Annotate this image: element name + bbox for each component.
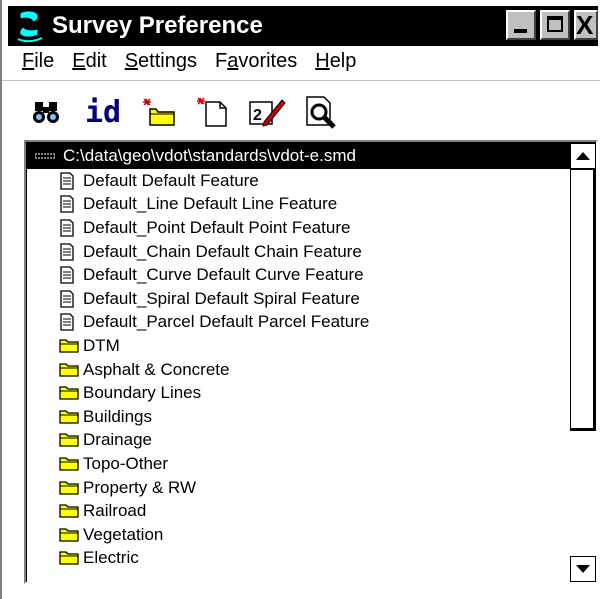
tree-feature-item[interactable]: Default_Curve Default Curve Feature bbox=[27, 263, 573, 287]
close-button[interactable]: X bbox=[574, 10, 598, 40]
menu-bar: File Edit Settings Favorites Help bbox=[22, 50, 356, 76]
new-document-icon bbox=[197, 97, 227, 127]
document-icon bbox=[59, 313, 77, 332]
tree-feature-item[interactable]: Default_Line Default Line Feature bbox=[27, 193, 573, 217]
preview-button[interactable] bbox=[302, 94, 340, 130]
title-bar[interactable]: Survey Preference X bbox=[8, 6, 598, 46]
maximize-icon bbox=[547, 16, 563, 32]
database-icon bbox=[35, 151, 55, 161]
arrow-down-icon bbox=[576, 565, 590, 573]
menu-file[interactable]: File bbox=[22, 50, 54, 76]
tree-folder-item[interactable]: Property & RW bbox=[27, 476, 573, 500]
new-category-button[interactable] bbox=[140, 94, 178, 130]
folder-icon bbox=[59, 337, 79, 355]
tree-item-label: Asphalt & Concrete bbox=[83, 359, 230, 379]
preview-icon bbox=[306, 96, 336, 129]
tree-item-label: Default_Parcel Default Parcel Feature bbox=[83, 312, 370, 332]
tree-folder-item[interactable]: Drainage bbox=[27, 429, 573, 453]
vertical-scrollbar[interactable] bbox=[570, 143, 596, 582]
menu-edit[interactable]: Edit bbox=[72, 50, 106, 76]
menu-settings[interactable]: Settings bbox=[125, 50, 197, 76]
scroll-down-button[interactable] bbox=[570, 556, 596, 582]
tree-item-label: Default_Line Default Line Feature bbox=[83, 194, 338, 214]
tree-item-label: Default Default Feature bbox=[83, 170, 259, 190]
svg-text:2: 2 bbox=[253, 107, 262, 124]
tree-item-label: Default_Point Default Point Feature bbox=[83, 217, 351, 237]
tree-item-label: DTM bbox=[83, 335, 120, 355]
arrow-up-icon bbox=[576, 152, 590, 160]
tree-item-label: Default_Chain Default Chain Feature bbox=[83, 241, 362, 261]
scroll-thumb[interactable] bbox=[570, 169, 596, 431]
folder-icon bbox=[59, 502, 79, 520]
menu-favorites[interactable]: Favorites bbox=[215, 50, 297, 76]
tree-item-label: Railroad bbox=[83, 501, 147, 521]
tree-item-label: Boundary Lines bbox=[83, 383, 202, 403]
folder-icon bbox=[59, 408, 79, 426]
folder-icon bbox=[59, 479, 79, 497]
scroll-up-button[interactable] bbox=[570, 143, 596, 169]
tree-feature-item[interactable]: Default_Parcel Default Parcel Feature bbox=[27, 311, 573, 335]
minimize-icon bbox=[514, 29, 527, 33]
id-button[interactable]: id bbox=[82, 94, 124, 130]
toolbar: id 2 bbox=[28, 92, 340, 132]
folder-icon bbox=[59, 455, 79, 473]
feature-tree[interactable]: C:\data\geo\vdot\standards\vdot-e.smd De… bbox=[24, 140, 598, 584]
new-folder-icon bbox=[143, 98, 175, 126]
close-icon: X bbox=[576, 10, 594, 40]
tree-item-label: Property & RW bbox=[83, 477, 197, 497]
folder-icon bbox=[59, 384, 79, 402]
document-icon bbox=[59, 172, 77, 190]
edit-icon: 2 bbox=[249, 99, 286, 127]
tree-folder-item[interactable]: Boundary Lines bbox=[27, 381, 573, 405]
tree-item-label: Topo-Other bbox=[83, 453, 169, 473]
folder-icon bbox=[59, 431, 79, 449]
document-icon bbox=[59, 242, 77, 261]
document-icon bbox=[59, 290, 77, 308]
menu-help[interactable]: Help bbox=[315, 50, 356, 76]
tree-item-label: Default_Spiral Default Spiral Feature bbox=[83, 288, 360, 308]
tree-root-label: C:\data\geo\vdot\standards\vdot-e.smd bbox=[63, 146, 356, 165]
folder-icon bbox=[59, 526, 79, 544]
tree-item-label: Default_Curve Default Curve Feature bbox=[83, 265, 364, 285]
tree-item-label: Vegetation bbox=[83, 524, 164, 544]
tree-folder-item[interactable]: Vegetation bbox=[27, 523, 573, 547]
tree-feature-item[interactable]: Default_Spiral Default Spiral Feature bbox=[27, 287, 573, 311]
menu-separator bbox=[2, 80, 600, 81]
edit-button[interactable]: 2 bbox=[248, 94, 286, 130]
window-title: Survey Preference bbox=[52, 12, 263, 39]
folder-icon bbox=[59, 361, 79, 379]
tree-feature-item[interactable]: Default_Chain Default Chain Feature bbox=[27, 240, 573, 264]
maximize-button[interactable] bbox=[540, 10, 570, 40]
minimize-button[interactable] bbox=[506, 10, 536, 40]
document-icon bbox=[59, 219, 77, 237]
app-icon bbox=[17, 10, 43, 43]
tree-folder-item[interactable]: Electric bbox=[27, 547, 573, 571]
document-icon bbox=[59, 195, 77, 214]
find-button[interactable] bbox=[28, 94, 66, 130]
id-label: id bbox=[84, 94, 122, 130]
tree-feature-item[interactable]: Default Default Feature bbox=[27, 169, 573, 193]
document-icon bbox=[59, 266, 77, 284]
tree-root[interactable]: C:\data\geo\vdot\standards\vdot-e.smd bbox=[27, 143, 573, 169]
survey-preference-window: Survey Preference X File Edit Settings F… bbox=[0, 0, 600, 599]
tree-item-label: Electric bbox=[83, 548, 139, 568]
folder-icon bbox=[59, 549, 79, 567]
tree-item-label: Buildings bbox=[83, 406, 152, 426]
tree-folder-item[interactable]: Topo-Other bbox=[27, 452, 573, 476]
tree-folder-item[interactable]: DTM bbox=[27, 334, 573, 358]
tree-folder-item[interactable]: Asphalt & Concrete bbox=[27, 358, 573, 382]
new-feature-button[interactable] bbox=[194, 94, 232, 130]
tree-feature-item[interactable]: Default_Point Default Point Feature bbox=[27, 216, 573, 240]
tree-item-label: Drainage bbox=[83, 430, 152, 450]
tree-list: C:\data\geo\vdot\standards\vdot-e.smd De… bbox=[27, 143, 573, 570]
tree-folder-item[interactable]: Railroad bbox=[27, 499, 573, 523]
tree-folder-item[interactable]: Buildings bbox=[27, 405, 573, 429]
binoculars-icon bbox=[33, 102, 59, 123]
